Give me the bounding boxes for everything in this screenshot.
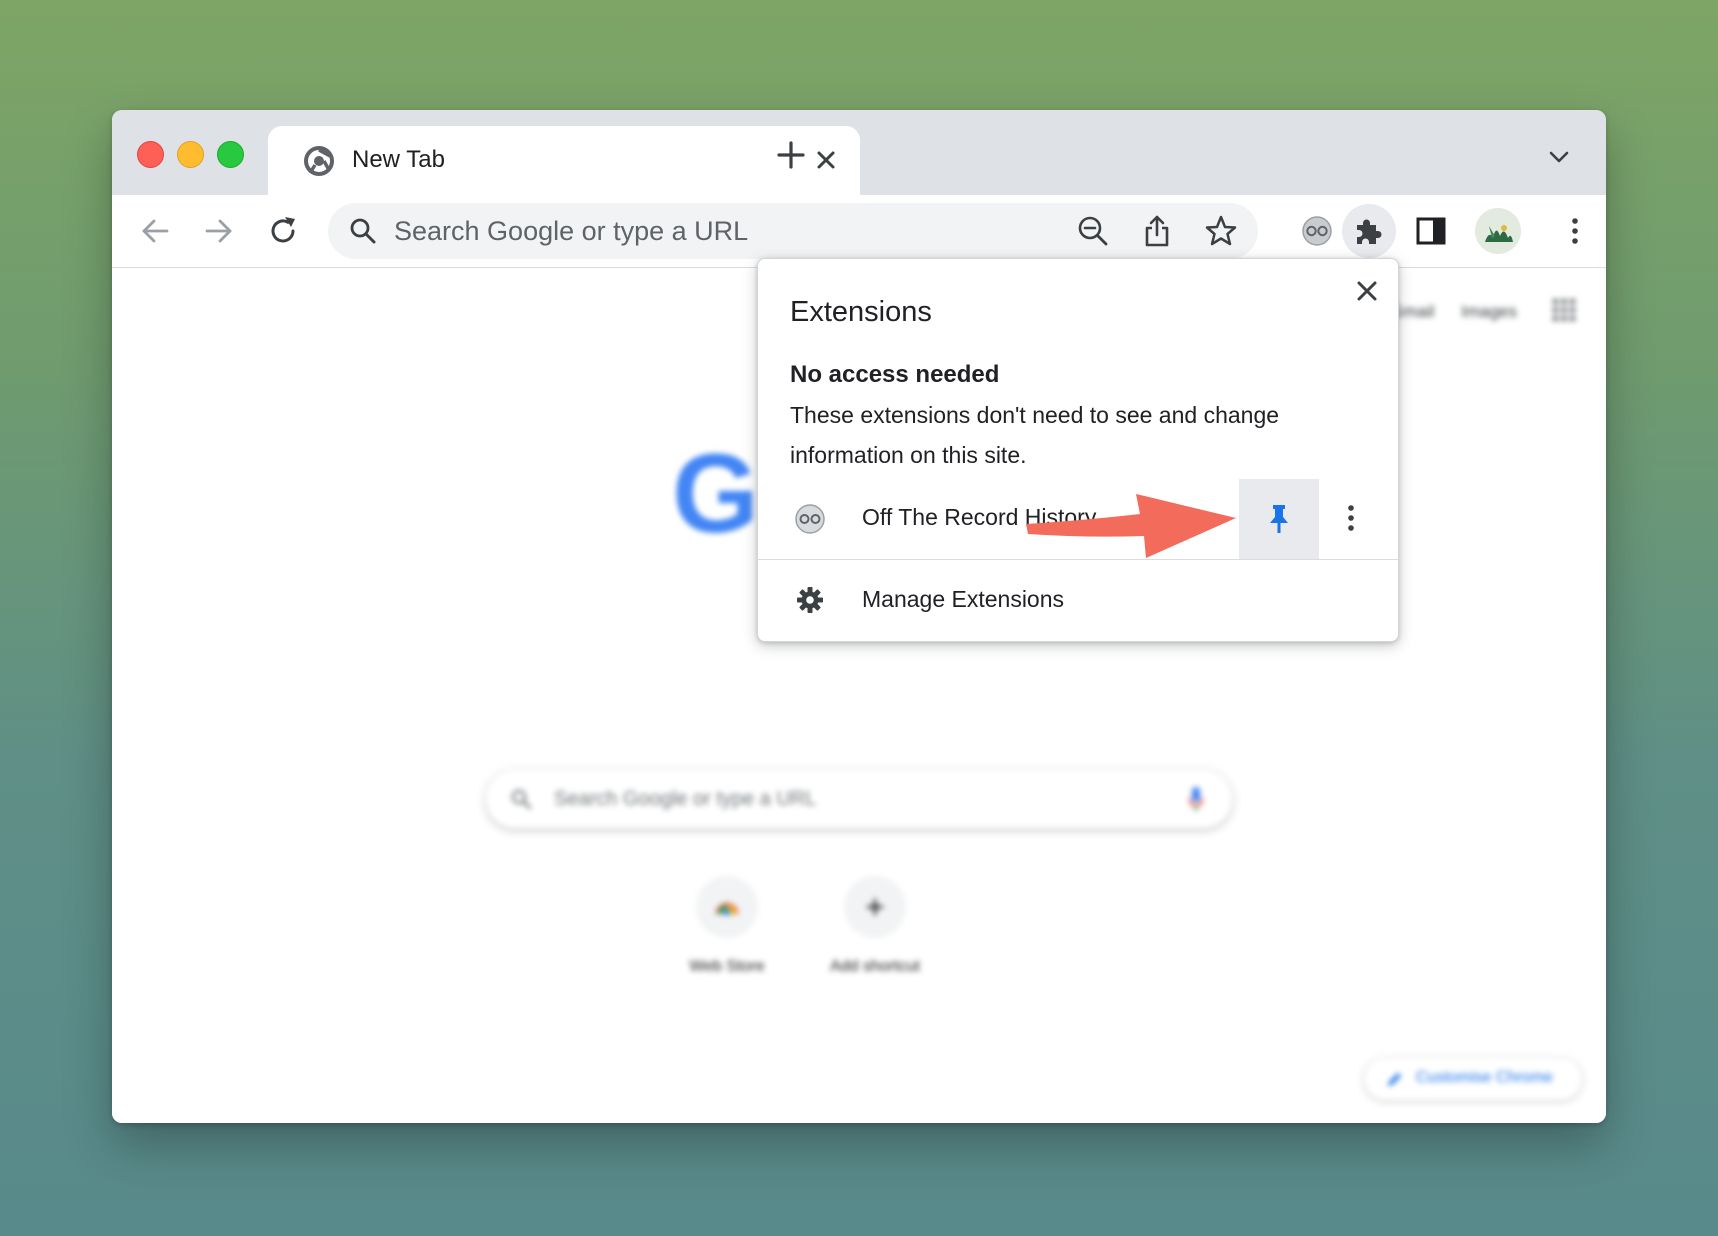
search-icon — [510, 788, 532, 810]
pencil-icon — [1386, 1070, 1404, 1088]
avatar[interactable] — [1475, 208, 1521, 254]
manage-extensions-label: Manage Extensions — [862, 586, 1065, 612]
star-icon[interactable] — [1204, 214, 1238, 248]
chevron-down-icon[interactable] — [1546, 144, 1572, 170]
extension-name: Off The Record History — [862, 504, 1097, 530]
ntp-search-box[interactable]: Search Google or type a URL — [486, 770, 1232, 828]
close-icon[interactable] — [812, 146, 840, 174]
arrow-left-icon[interactable] — [138, 214, 172, 248]
popup-title: Extensions — [790, 296, 932, 328]
google-logo: G — [672, 431, 760, 556]
images-link[interactable]: Images — [1461, 302, 1517, 321]
shortcut-add[interactable]: Add shortcut — [815, 876, 935, 976]
shortcut-label: Add shortcut — [830, 958, 920, 975]
side-panel-icon[interactable] — [1414, 214, 1448, 248]
extensions-button[interactable] — [1342, 204, 1396, 258]
tab-title: New Tab — [352, 146, 445, 173]
puzzle-icon — [1352, 214, 1386, 248]
extension-row[interactable]: Off The Record History — [758, 479, 1398, 559]
tab-strip: New Tab — [112, 110, 1606, 195]
customise-chrome-button[interactable]: Customise Chrome — [1364, 1058, 1582, 1100]
chrome-logo-icon — [304, 146, 334, 176]
tab-new-tab[interactable]: New Tab — [268, 126, 860, 195]
kebab-icon[interactable] — [1558, 214, 1592, 248]
web-store-icon — [696, 876, 758, 938]
zoom-out-icon[interactable] — [1076, 214, 1110, 248]
minimize-window-button[interactable] — [177, 141, 204, 168]
microphone-icon[interactable] — [1188, 786, 1204, 812]
ntp-search-placeholder: Search Google or type a URL — [554, 788, 817, 810]
extensions-popup: Extensions No access needed These extens… — [757, 258, 1399, 642]
manage-extensions-row[interactable]: Manage Extensions — [758, 560, 1398, 640]
pin-icon — [1270, 505, 1288, 533]
pin-button[interactable] — [1239, 479, 1319, 559]
shortcut-web-store[interactable]: Web Store — [667, 876, 787, 976]
off-the-record-icon[interactable] — [1300, 214, 1334, 248]
apps-grid-icon[interactable] — [1552, 298, 1576, 322]
plus-icon[interactable] — [776, 140, 806, 170]
close-window-button[interactable] — [137, 141, 164, 168]
address-bar[interactable]: Search Google or type a URL — [328, 203, 1258, 259]
plus-icon — [844, 876, 906, 938]
kebab-icon[interactable] — [1334, 501, 1368, 535]
address-bar-placeholder: Search Google or type a URL — [394, 216, 749, 246]
close-icon[interactable] — [1352, 276, 1382, 306]
customise-chrome-label: Customise Chrome — [1416, 1069, 1553, 1086]
off-the-record-icon — [794, 503, 826, 535]
share-icon[interactable] — [1140, 214, 1174, 248]
browser-window: New Tab Search Google or type a URL Gmai… — [112, 110, 1606, 1123]
zoom-window-button[interactable] — [217, 141, 244, 168]
top-links: Gmail Images — [1390, 302, 1539, 322]
shortcut-label: Web Store — [689, 958, 765, 975]
arrow-right-icon[interactable] — [202, 214, 236, 248]
reload-icon[interactable] — [266, 214, 300, 248]
gear-icon — [796, 586, 824, 614]
search-icon — [348, 216, 378, 246]
section-heading: No access needed — [790, 361, 1000, 388]
section-description: These extensions don't need to see and c… — [790, 402, 1280, 468]
